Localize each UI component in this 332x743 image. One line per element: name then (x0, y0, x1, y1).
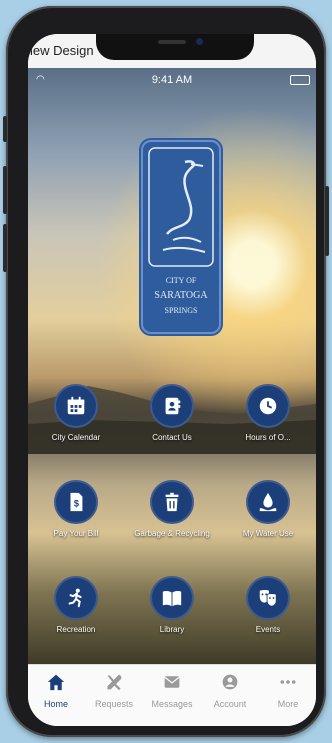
phone-notch (96, 34, 254, 60)
tile-label: Hours of O... (245, 433, 291, 442)
tab-messages[interactable]: Messages (144, 673, 200, 709)
calendar-icon (67, 396, 85, 415)
tile-label: Pay Your Bill (53, 529, 99, 538)
volume-up-button (3, 166, 7, 214)
tile-city-calendar[interactable]: City Calendar (28, 384, 124, 442)
tile-recreation[interactable]: Recreation (28, 576, 124, 634)
svg-text:$: $ (74, 499, 79, 509)
book-icon (162, 590, 182, 607)
user-icon (222, 674, 238, 690)
volume-down-button (3, 224, 7, 272)
tab-label: More (277, 699, 299, 709)
tab-label: Requests (94, 699, 134, 709)
tile-hours-of-operation[interactable]: Hours of O... (220, 384, 316, 442)
running-person-icon (68, 588, 82, 608)
tile-pay-your-bill[interactable]: $ Pay Your Bill (28, 480, 124, 538)
mute-switch (3, 116, 7, 142)
tile-library[interactable]: Library (124, 576, 220, 634)
tile-my-water-use[interactable]: My Water Use (220, 480, 316, 538)
bottom-tab-bar: Home Requests Messages Account More (28, 664, 316, 726)
city-logo: CITY OF SARATOGA SPRINGS (141, 140, 221, 334)
tile-circle: $ (54, 480, 98, 524)
tile-label: Garbage & Recycling (134, 529, 210, 538)
tile-circle (246, 384, 290, 428)
tile-events[interactable]: Events (220, 576, 316, 634)
tile-label: Contact Us (152, 433, 192, 442)
design-title: iew Design (30, 43, 94, 58)
tile-label: Recreation (56, 625, 96, 634)
water-drop-icon (259, 492, 277, 512)
tile-contact-us[interactable]: Contact Us (124, 384, 220, 442)
heron-icon (148, 147, 214, 267)
tile-grid: City Calendar Contact Us Hours of O... $… (28, 384, 316, 644)
tab-label: Home (43, 699, 68, 709)
bill-icon: $ (70, 492, 83, 512)
tools-icon (107, 674, 122, 691)
tab-more[interactable]: More (260, 673, 316, 709)
logo-line-city: CITY OF (165, 276, 197, 285)
tile-garbage-recycling[interactable]: Garbage & Recycling (124, 480, 220, 538)
envelope-icon (164, 676, 180, 688)
home-icon (47, 674, 65, 691)
battery-icon (290, 75, 310, 85)
tile-circle (150, 576, 194, 620)
tile-circle (246, 576, 290, 620)
tile-circle (54, 384, 98, 428)
tile-label: Events (255, 625, 281, 634)
logo-line-saratoga: SARATOGA (154, 290, 208, 301)
status-bar: ◠ 9:41 AM (28, 70, 316, 90)
trash-icon (165, 492, 179, 512)
status-time: 9:41 AM (151, 74, 193, 86)
more-dots-icon (280, 680, 296, 684)
tile-label: City Calendar (51, 433, 101, 442)
tab-label: Account (213, 699, 247, 709)
tile-label: My Water Use (242, 529, 294, 538)
tile-circle (54, 576, 98, 620)
contact-book-icon (165, 397, 181, 415)
tab-requests[interactable]: Requests (86, 673, 142, 709)
tile-circle (150, 480, 194, 524)
tile-label: Library (159, 625, 185, 634)
tile-circle (150, 384, 194, 428)
theater-masks-icon (259, 589, 277, 607)
phone-screen: iew Design ◠ 9:41 AM CITY OF SARATOGA SP… (28, 34, 316, 726)
tab-home[interactable]: Home (28, 673, 84, 709)
tab-label: Messages (151, 699, 193, 709)
tile-circle (246, 480, 290, 524)
power-button (325, 186, 329, 256)
tab-account[interactable]: Account (202, 673, 258, 709)
clock-icon (259, 397, 277, 415)
phone-frame: iew Design ◠ 9:41 AM CITY OF SARATOGA SP… (3, 6, 329, 737)
speaker-grille (158, 40, 186, 44)
logo-line-springs: SPRINGS (164, 306, 198, 315)
front-camera (196, 38, 203, 45)
